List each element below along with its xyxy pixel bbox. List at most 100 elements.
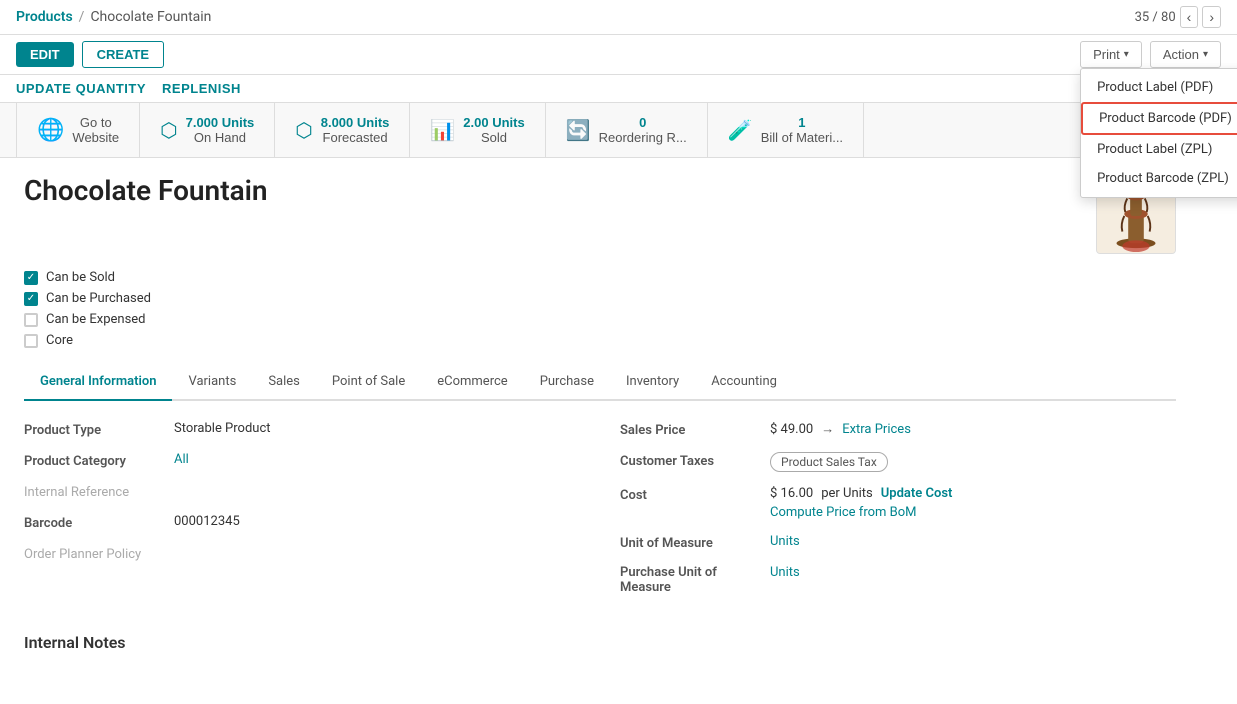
print-product-barcode-pdf[interactable]: Product Barcode (PDF) (1081, 102, 1237, 135)
reordering-count: 0 (599, 115, 687, 130)
unit-of-measure-label: Unit of Measure (620, 534, 770, 551)
tab-point-of-sale[interactable]: Point of Sale (316, 364, 421, 401)
can-be-sold-row: Can be Sold (24, 270, 1176, 285)
purchase-unit-label2: Measure (620, 578, 671, 595)
breadcrumb-current: Chocolate Fountain (90, 9, 211, 25)
can-be-expensed-checkbox[interactable] (24, 313, 38, 327)
sold-label: Sold (463, 130, 524, 145)
product-type-value: Storable Product (174, 421, 271, 436)
purchase-unit-row: Purchase Unit of Measure Units (620, 565, 1176, 595)
tab-accounting[interactable]: Accounting (695, 364, 793, 401)
action-bar: EDIT CREATE Print ▾ Product Label (PDF) … (0, 35, 1237, 75)
forecasted-count: 8.000 Units (321, 115, 390, 130)
internal-reference-row: Internal Reference (24, 483, 580, 500)
print-caret-icon: ▾ (1124, 49, 1129, 60)
core-checkbox[interactable] (24, 334, 38, 348)
reordering-label: Reordering R... (599, 130, 687, 145)
forecasted-icon: ⬡ (295, 118, 312, 143)
barcode-row: Barcode 000012345 (24, 514, 580, 531)
product-header: Chocolate Fountain (24, 174, 1176, 254)
bom-count: 1 (761, 115, 843, 130)
on-hand-icon: ⬡ (160, 118, 177, 143)
purchase-unit-value[interactable]: Units (770, 565, 800, 580)
form-right: Sales Price $ 49.00 → Extra Prices Custo… (620, 421, 1176, 609)
reordering-button[interactable]: 🔄 0 Reordering R... (546, 103, 708, 157)
sold-button[interactable]: 📊 2.00 Units Sold (410, 103, 545, 157)
customer-taxes-tag: Product Sales Tax (770, 452, 888, 472)
tab-inventory[interactable]: Inventory (610, 364, 695, 401)
product-type-row: Product Type Storable Product (24, 421, 580, 438)
general-info-form: Product Type Storable Product Product Ca… (24, 421, 1176, 609)
order-planner-row: Order Planner Policy (24, 545, 580, 562)
sales-price-value-group: $ 49.00 → Extra Prices (770, 421, 911, 437)
action-button[interactable]: Action ▾ (1150, 41, 1221, 68)
sold-count: 2.00 Units (463, 115, 524, 130)
globe-icon: 🌐 (37, 117, 64, 143)
tab-sales[interactable]: Sales (252, 364, 316, 401)
extra-prices-link[interactable]: Extra Prices (842, 422, 911, 437)
print-product-label-pdf[interactable]: Product Label (PDF) (1081, 73, 1237, 102)
product-category-label: Product Category (24, 452, 174, 469)
create-button[interactable]: CREATE (82, 41, 164, 68)
tab-general-information[interactable]: General Information (24, 364, 172, 401)
product-title: Chocolate Fountain (24, 174, 268, 207)
bom-button[interactable]: 🧪 1 Bill of Materi... (708, 103, 864, 157)
top-nav-right: 35 / 80 ‹ › (1135, 6, 1221, 28)
arrow-icon: → (821, 421, 834, 437)
unit-of-measure-value[interactable]: Units (770, 534, 800, 549)
replenish-button[interactable]: REPLENISH (162, 81, 241, 96)
cost-value: $ 16.00 (770, 486, 813, 501)
forecasted-button[interactable]: ⬡ 8.000 Units Forecasted (275, 103, 410, 157)
checkbox-group: Can be Sold Can be Purchased Can be Expe… (24, 270, 1176, 348)
on-hand-label: On Hand (186, 130, 255, 145)
forecasted-label: Forecasted (321, 130, 390, 145)
barcode-value: 000012345 (174, 514, 240, 529)
cost-unit: per Units (821, 486, 873, 501)
sales-price-row: Sales Price $ 49.00 → Extra Prices (620, 421, 1176, 438)
can-be-sold-checkbox[interactable] (24, 271, 38, 285)
tab-variants[interactable]: Variants (172, 364, 252, 401)
tabs: General Information Variants Sales Point… (24, 364, 1176, 401)
form-left: Product Type Storable Product Product Ca… (24, 421, 580, 609)
reordering-icon: 🔄 (566, 118, 591, 143)
cost-label: Cost (620, 486, 770, 503)
pagination-text: 35 / 80 (1135, 10, 1176, 25)
top-nav: Products / Chocolate Fountain 35 / 80 ‹ … (0, 0, 1237, 35)
update-quantity-button[interactable]: UPDATE QUANTITY (16, 81, 146, 96)
print-button[interactable]: Print ▾ (1080, 41, 1142, 68)
print-product-barcode-zpl[interactable]: Product Barcode (ZPL) (1081, 164, 1237, 193)
print-dropdown-menu: Product Label (PDF) Product Barcode (PDF… (1080, 68, 1237, 198)
pagination-next-button[interactable]: › (1202, 6, 1221, 28)
internal-reference-label: Internal Reference (24, 483, 174, 500)
bom-label: Bill of Materi... (761, 130, 843, 145)
bom-icon: 🧪 (728, 118, 753, 143)
can-be-purchased-checkbox[interactable] (24, 292, 38, 306)
update-cost-link[interactable]: Update Cost (881, 486, 953, 501)
print-item-label: Product Barcode (ZPL) (1097, 171, 1229, 186)
customer-taxes-row: Customer Taxes Product Sales Tax (620, 452, 1176, 472)
product-category-value[interactable]: All (174, 452, 189, 467)
can-be-expensed-label: Can be Expensed (46, 312, 146, 327)
action-caret-icon: ▾ (1203, 49, 1208, 60)
internal-notes-title: Internal Notes (24, 633, 1176, 652)
can-be-purchased-label: Can be Purchased (46, 291, 151, 306)
compute-price-link[interactable]: Compute Price from BoM (770, 505, 952, 520)
pagination-prev-button[interactable]: ‹ (1180, 6, 1199, 28)
tab-purchase[interactable]: Purchase (524, 364, 610, 401)
breadcrumb-separator: / (79, 9, 85, 25)
sold-icon: 📊 (430, 118, 455, 143)
secondary-bar: UPDATE QUANTITY REPLENISH (0, 75, 1237, 103)
print-item-label: Product Label (ZPL) (1097, 142, 1212, 157)
go-to-website-button[interactable]: 🌐 Go to Website (16, 103, 140, 157)
print-item-label: Product Label (PDF) (1097, 80, 1213, 95)
print-product-label-zpl[interactable]: Product Label (ZPL) (1081, 135, 1237, 164)
tab-ecommerce[interactable]: eCommerce (421, 364, 523, 401)
on-hand-button[interactable]: ⬡ 7.000 Units On Hand (140, 103, 275, 157)
edit-button[interactable]: EDIT (16, 42, 74, 67)
action-label: Action (1163, 47, 1199, 62)
pagination: 35 / 80 ‹ › (1135, 6, 1221, 28)
order-planner-label: Order Planner Policy (24, 545, 174, 562)
breadcrumb-parent-link[interactable]: Products (16, 9, 73, 25)
on-hand-count: 7.000 Units (186, 115, 255, 130)
core-row: Core (24, 333, 1176, 348)
